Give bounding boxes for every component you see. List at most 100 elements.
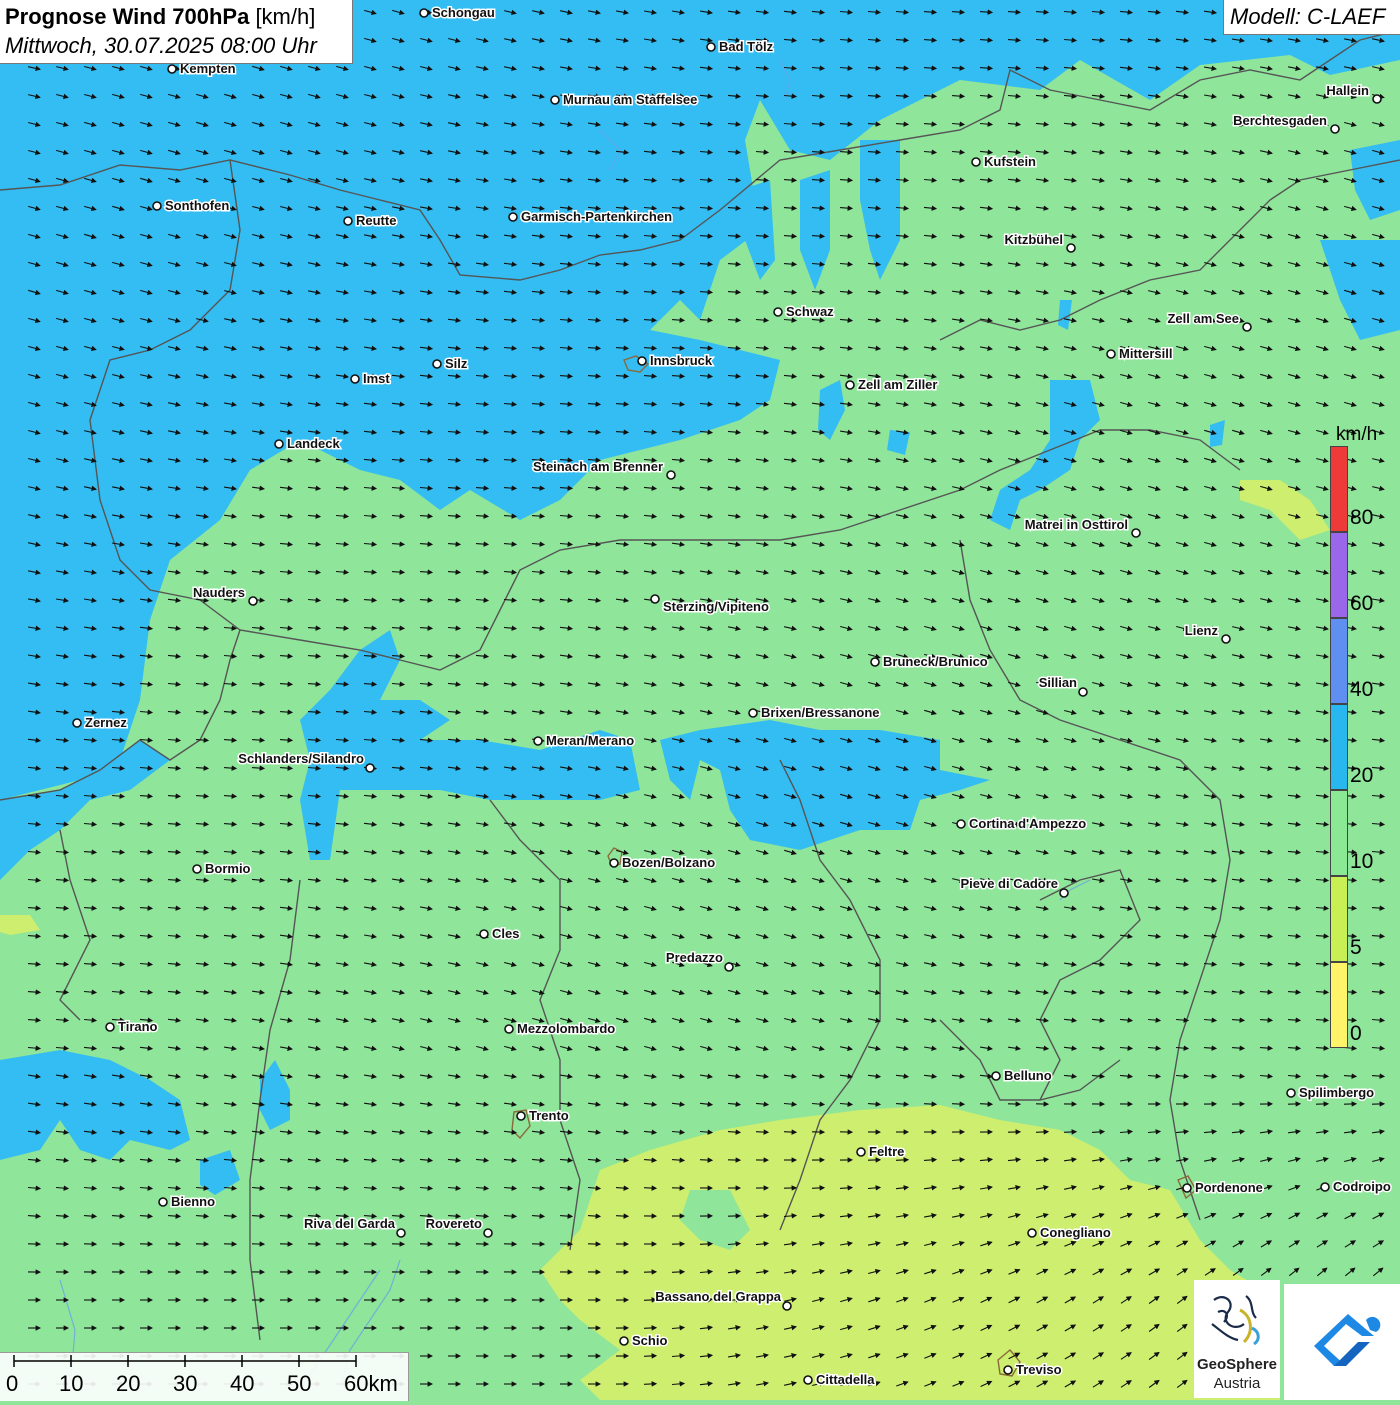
scale-label: 0 [6,1371,18,1397]
place-dot [871,658,879,666]
wind-arrow [980,1104,992,1105]
place-label: Zell am See [1167,311,1239,326]
place-dot [1183,1184,1191,1192]
wind-arrow [812,1188,824,1189]
wind-map: SchongauBad TölzKemptenMurnau am Staffel… [0,0,1400,1400]
weather-app-logo[interactable] [1284,1284,1400,1400]
place-dot [73,719,81,727]
wind-arrow [644,1328,656,1329]
scale-label: 60km [344,1371,398,1397]
place-dot [420,9,428,17]
legend-label: 60 [1350,592,1373,616]
wind-arrow [644,1356,656,1357]
place-label: Schio [632,1333,667,1348]
place-dot [957,820,965,828]
place-label: Reutte [356,213,396,228]
legend-color-3 [1330,704,1348,790]
place-label: Lienz [1185,623,1219,638]
place-dot [1373,95,1381,103]
place-label: Kufstein [984,154,1036,169]
wind-arrow [952,1104,964,1105]
place-3: Murnau am Staffelsee [551,92,697,107]
place-dot [1067,244,1075,252]
place-dot [620,1337,628,1345]
map-title: Prognose Wind 700hPa [km/h] [5,4,315,30]
wind-arrow [700,1160,712,1161]
logo-name: GeoSphere [1194,1356,1280,1373]
geosphere-logo[interactable]: GeoSphere Austria [1194,1280,1280,1398]
place-label: Meran/Merano [546,733,634,748]
place-dot [707,43,715,51]
place-dot [610,859,618,867]
logo-subtitle: Austria [1194,1375,1280,1392]
legend-color-4 [1330,790,1348,876]
place-dot [351,375,359,383]
place-dot [1060,889,1068,897]
place-dot [1243,323,1251,331]
place-27: Brixen/Bressanone [749,705,880,720]
place-dot [1222,635,1230,643]
wind-arrow [616,1216,628,1217]
scale-label: 50 [287,1371,311,1397]
place-31: Bozen/Bolzano [610,855,715,870]
place-label: Landeck [287,436,341,451]
wind-arrow [896,1160,908,1161]
place-label: Sterzing/Vipiteno [663,599,769,614]
scale-label: 40 [230,1371,254,1397]
geosphere-logo-icon [1194,1280,1280,1356]
place-30: Cortina d'Ampezzo [957,816,1086,831]
wind-arrow [924,1104,936,1105]
place-label: Conegliano [1040,1225,1111,1240]
legend-color-1 [1330,532,1348,618]
place-dot [972,158,980,166]
place-label: Silz [445,356,468,371]
place-label: Schwaz [786,304,834,319]
place-47: Conegliano [1028,1225,1111,1240]
place-dot [193,865,201,873]
place-dot [551,96,559,104]
place-label: Cles [492,926,519,941]
place-dot [484,1229,492,1237]
legend-label: 40 [1350,678,1373,702]
wind-arrow [756,1132,768,1133]
place-39: Spilimbergo [1287,1085,1374,1100]
place-14: Innsbruck [638,353,713,368]
forecast-datetime: Mittwoch, 30.07.2025 08:00 Uhr [5,33,317,59]
place-dot [275,440,283,448]
legend-label: 0 [1350,1022,1362,1046]
place-dot [1079,688,1087,696]
place-label: Zell am Ziller [858,377,937,392]
place-label: Schongau [432,5,495,20]
place-label: Mezzolombardo [517,1021,615,1036]
legend-label: 5 [1350,936,1362,960]
place-label: Sonthofen [165,198,229,213]
place-label: Bienno [171,1194,215,1209]
place-dot [159,1198,167,1206]
place-label: Treviso [1016,1362,1062,1377]
place-dot [153,202,161,210]
scale-label: 20 [116,1371,140,1397]
place-24: Bruneck/Brunico [871,654,988,669]
place-label: Murnau am Staffelsee [563,92,697,107]
place-label: Feltre [869,1144,904,1159]
place-9: Garmisch-Partenkirchen [509,209,672,224]
place-label: Innsbruck [650,353,713,368]
place-dot [651,595,659,603]
place-label: Garmisch-Partenkirchen [521,209,672,224]
place-label: Bassano del Grappa [655,1289,781,1304]
place-label: Spilimbergo [1299,1085,1374,1100]
place-label: Predazzo [666,950,723,965]
place-dot [480,930,488,938]
place-dot [344,217,352,225]
place-label: Steinach am Brenner [533,459,663,474]
place-dot [249,597,257,605]
map-title-unit: [km/h] [255,4,315,29]
place-label: Riva del Garda [304,1216,396,1231]
legend-color-6 [1330,962,1348,1048]
place-dot [505,1025,513,1033]
title-panel: Prognose Wind 700hPa [km/h] Mittwoch, 30… [0,0,353,64]
place-dot [366,764,374,772]
place-dot [846,381,854,389]
legend-unit: km/h [1336,424,1377,446]
scale-bar: 0102030405060km [0,1352,409,1401]
